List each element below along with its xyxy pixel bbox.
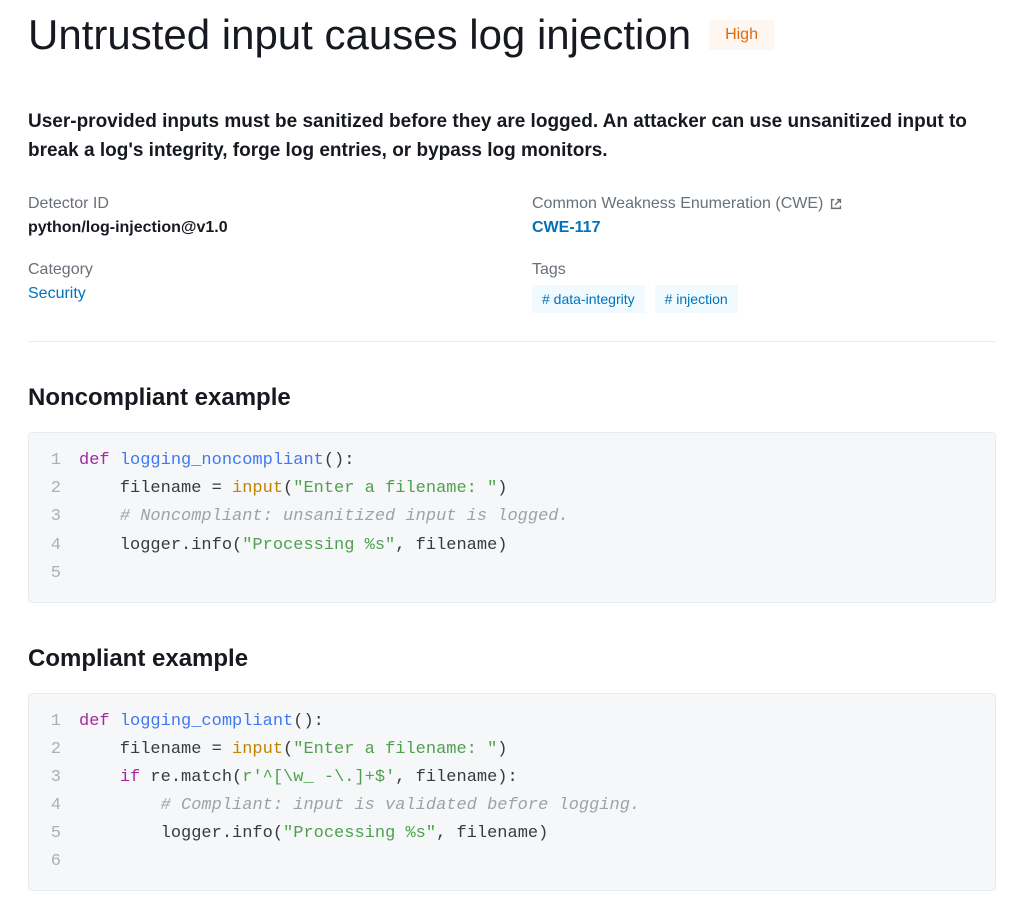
line-number: 2 (29, 475, 79, 503)
code-content (79, 848, 995, 876)
description-text: User-provided inputs must be sanitized b… (28, 108, 996, 165)
external-link-icon (829, 197, 843, 211)
page-container: Untrusted input causes log injection Hig… (0, 0, 1024, 921)
category-block: Category Security (28, 261, 492, 313)
code-line: 1def logging_compliant(): (29, 708, 995, 736)
code-line: 5 logger.info("Processing %s", filename) (29, 820, 995, 848)
code-line: 3 # Noncompliant: unsanitized input is l… (29, 503, 995, 531)
severity-badge: High (709, 20, 774, 50)
compliant-code-block: 1def logging_compliant():2 filename = in… (28, 693, 996, 891)
meta-grid: Detector ID python/log-injection@v1.0 Co… (28, 195, 996, 342)
code-line: 4 logger.info("Processing %s", filename) (29, 532, 995, 560)
code-content: # Noncompliant: unsanitized input is log… (79, 503, 995, 531)
code-line: 2 filename = input("Enter a filename: ") (29, 475, 995, 503)
noncompliant-heading: Noncompliant example (28, 384, 996, 412)
tag[interactable]: # data-integrity (532, 285, 645, 313)
page-title: Untrusted input causes log injection (28, 10, 691, 60)
cwe-label-text: Common Weakness Enumeration (CWE) (532, 195, 823, 213)
code-line: 6 (29, 848, 995, 876)
line-number: 5 (29, 820, 79, 848)
code-line: 3 if re.match(r'^[\w_ -\.]+$', filename)… (29, 764, 995, 792)
detector-id-label: Detector ID (28, 195, 492, 213)
code-content: # Compliant: input is validated before l… (79, 792, 995, 820)
code-content: logger.info("Processing %s", filename) (79, 532, 995, 560)
code-content (79, 560, 995, 588)
line-number: 6 (29, 848, 79, 876)
line-number: 1 (29, 447, 79, 475)
line-number: 1 (29, 708, 79, 736)
line-number: 2 (29, 736, 79, 764)
cwe-label: Common Weakness Enumeration (CWE) (532, 195, 996, 213)
code-content: def logging_noncompliant(): (79, 447, 995, 475)
detector-id-block: Detector ID python/log-injection@v1.0 (28, 195, 492, 237)
code-content: filename = input("Enter a filename: ") (79, 475, 995, 503)
detector-id-value: python/log-injection@v1.0 (28, 219, 492, 237)
code-content: def logging_compliant(): (79, 708, 995, 736)
compliant-heading: Compliant example (28, 645, 996, 673)
category-link[interactable]: Security (28, 285, 492, 303)
code-content: logger.info("Processing %s", filename) (79, 820, 995, 848)
code-line: 4 # Compliant: input is validated before… (29, 792, 995, 820)
tag[interactable]: # injection (655, 285, 738, 313)
tags-row: # data-integrity # injection (532, 285, 996, 313)
line-number: 4 (29, 532, 79, 560)
tags-label: Tags (532, 261, 996, 279)
line-number: 4 (29, 792, 79, 820)
cwe-block: Common Weakness Enumeration (CWE) CWE-11… (532, 195, 996, 237)
noncompliant-code-block: 1def logging_noncompliant():2 filename =… (28, 432, 996, 602)
cwe-link[interactable]: CWE-117 (532, 219, 996, 237)
code-line: 1def logging_noncompliant(): (29, 447, 995, 475)
code-content: if re.match(r'^[\w_ -\.]+$', filename): (79, 764, 995, 792)
code-line: 2 filename = input("Enter a filename: ") (29, 736, 995, 764)
category-label: Category (28, 261, 492, 279)
line-number: 5 (29, 560, 79, 588)
title-row: Untrusted input causes log injection Hig… (28, 10, 996, 60)
code-line: 5 (29, 560, 995, 588)
tags-block: Tags # data-integrity # injection (532, 261, 996, 313)
line-number: 3 (29, 764, 79, 792)
code-content: filename = input("Enter a filename: ") (79, 736, 995, 764)
line-number: 3 (29, 503, 79, 531)
